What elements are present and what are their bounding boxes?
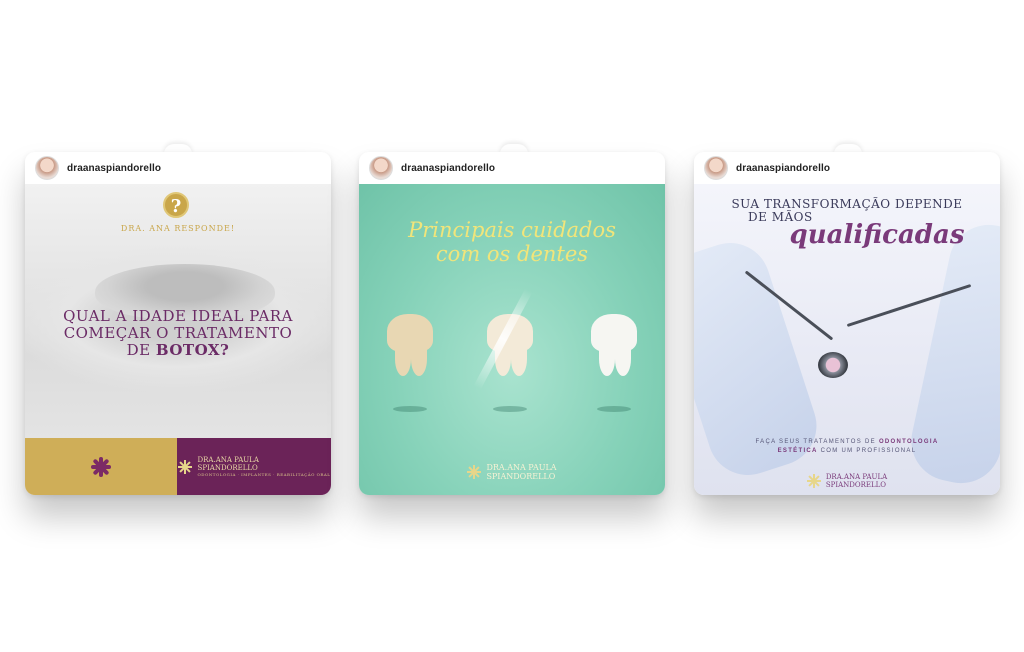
brand-logo: DRA.ANA PAULA SPIANDORELLO [694, 473, 1000, 489]
brand-logo: DRA.ANA PAULA SPIANDORELLO [359, 463, 665, 481]
brand-star-icon [806, 474, 821, 488]
instagram-post-card-transformacao[interactable]: draanaspiandorello SUA TRANSFORMAÇÃO DEP… [694, 152, 1000, 495]
username[interactable]: draanaspiandorello [67, 163, 161, 174]
headline-bold: BOTOX? [155, 341, 230, 359]
instagram-post-card-dentes[interactable]: draanaspiandorello Principais cuidados c… [359, 152, 665, 495]
tooth-stained-image [387, 314, 433, 412]
brand-logo-text: DRA.ANA PAULA SPIANDORELLO [486, 463, 557, 481]
profile-avatar[interactable] [704, 156, 728, 180]
profile-avatar[interactable] [369, 156, 393, 180]
post-kicker: DRA. ANA RESPONDE! [120, 224, 236, 233]
instagram-post-card-botox[interactable]: draanaspiandorello ? DRA. ANA RESPONDE! … [25, 152, 331, 495]
post-header: draanaspiandorello [359, 152, 665, 184]
dental-mirror [818, 352, 848, 378]
brand-star-icon [177, 459, 192, 474]
brand-logo-text: DRA.ANA PAULA SPIANDORELLO ODONTOLOGIA ·… [197, 456, 331, 477]
post-image[interactable]: SUA TRANSFORMAÇÃO DEPENDE DE MÃOS qualif… [694, 184, 1000, 495]
username[interactable]: draanaspiandorello [401, 163, 495, 174]
tooth-clean-image [591, 314, 637, 412]
gold-band [25, 438, 177, 495]
post-script-word: qualificadas [789, 220, 965, 250]
post-title: Principais cuidados com os dentes [408, 218, 616, 266]
headline-line: COMEÇAR O TRATAMENTO [63, 324, 293, 342]
post-tagline: FAÇA SEUS TRATAMENTOS DE ODONTOLOGIA EST… [755, 439, 939, 454]
username[interactable]: draanaspiandorello [736, 163, 830, 174]
post-image[interactable]: ? DRA. ANA RESPONDE! QUAL A IDADE IDEAL … [25, 184, 331, 495]
brand-logo-text: DRA.ANA PAULA SPIANDORELLO [825, 473, 888, 489]
question-icon: ? [163, 192, 189, 218]
brand-band: DRA.ANA PAULA SPIANDORELLO ODONTOLOGIA ·… [177, 438, 331, 495]
brand-emblem-icon [91, 456, 111, 477]
profile-avatar[interactable] [35, 156, 59, 180]
headline-line: DE [126, 341, 156, 359]
headline-line: QUAL A IDADE IDEAL PARA [63, 307, 293, 325]
post-header: draanaspiandorello [25, 152, 331, 184]
post-headline: QUAL A IDADE IDEAL PARA COMEÇAR O TRATAM… [45, 308, 311, 359]
brand-star-icon [467, 465, 482, 479]
post-header: draanaspiandorello [694, 152, 1000, 184]
post-image[interactable]: Principais cuidados com os dentes DRA.AN… [359, 184, 665, 495]
